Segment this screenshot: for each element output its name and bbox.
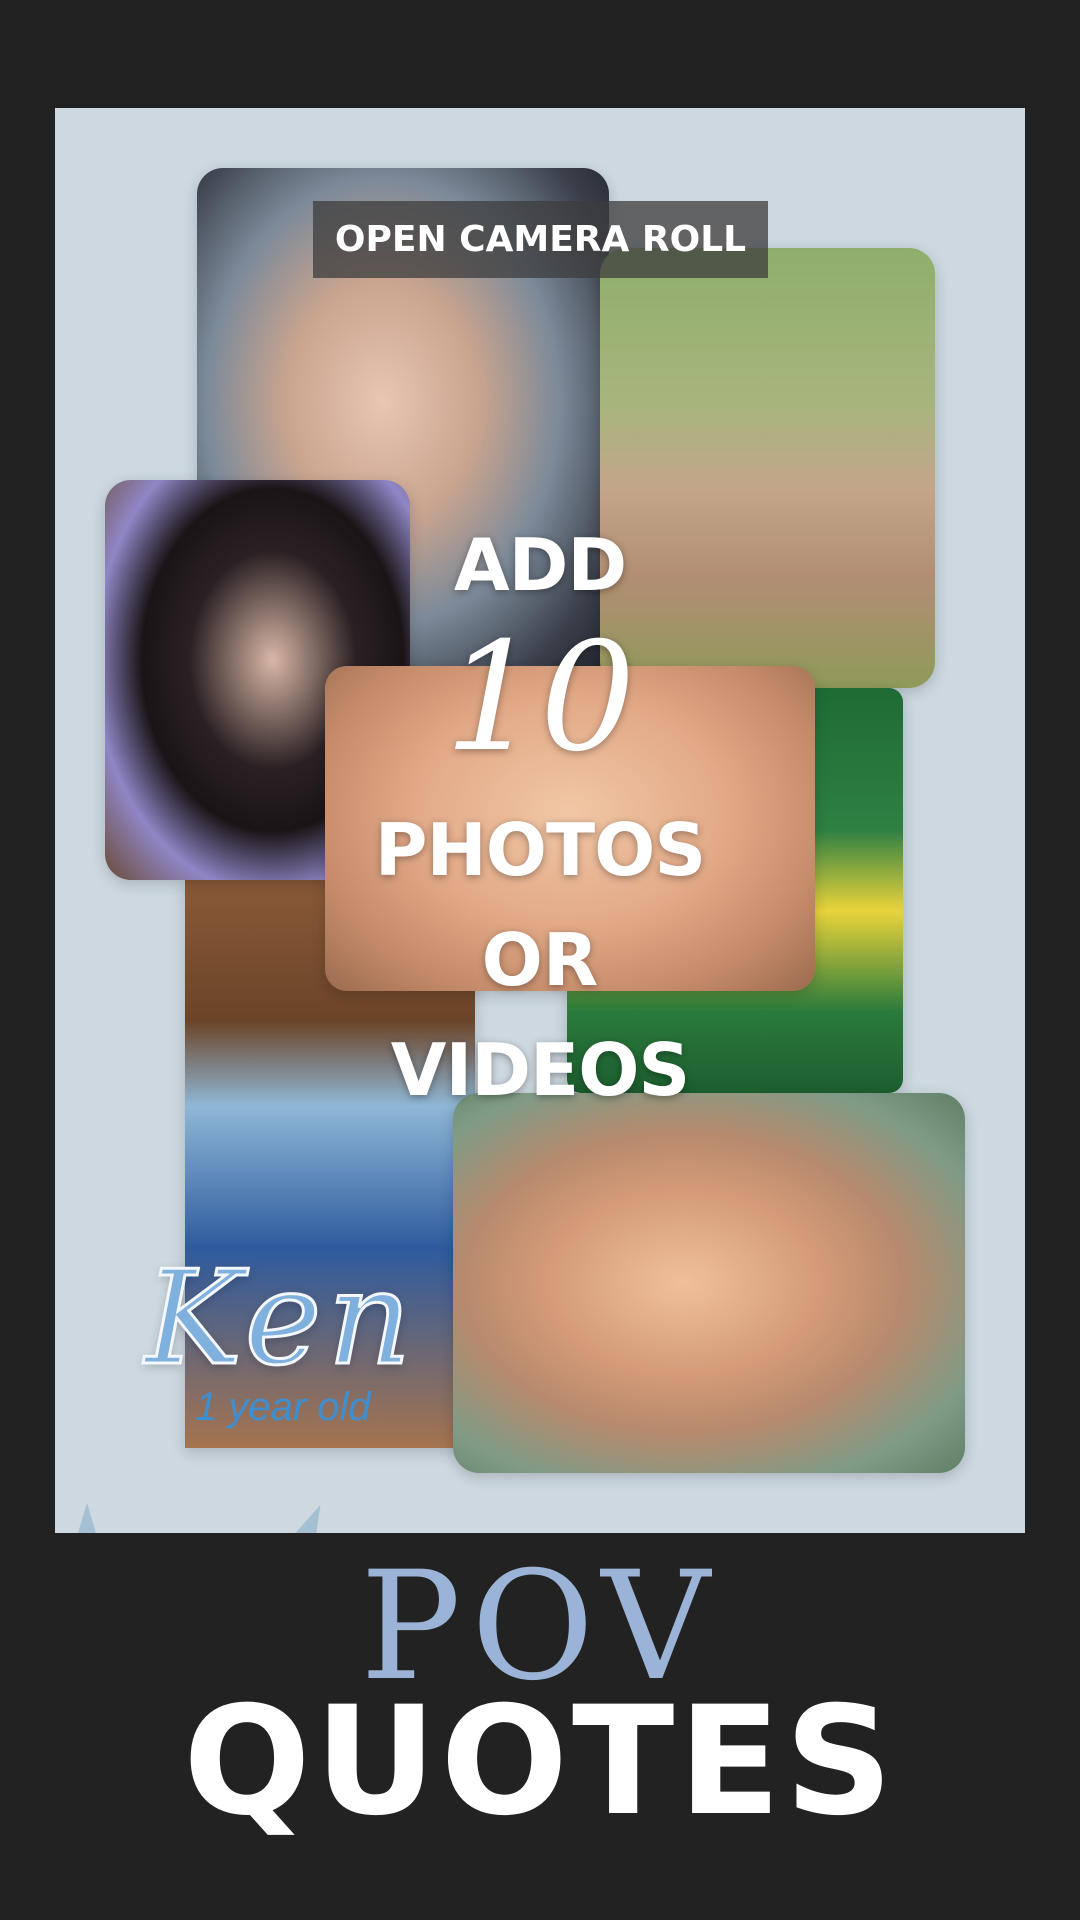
photo-baby-knit-outfit[interactable] xyxy=(600,248,935,688)
footer-quotes-title: QUOTES xyxy=(183,1675,897,1849)
overlay-or-text: OR xyxy=(481,918,599,1002)
baby-name-text: Ken xyxy=(143,1242,418,1395)
overlay-photos-text: PHOTOS xyxy=(374,808,706,892)
photo-baby-knit-hat[interactable] xyxy=(453,1093,965,1473)
baby-age-text: 1 year old xyxy=(195,1385,371,1429)
template-canvas[interactable]: OPEN CAMERA ROLL ADD 10 PHOTOS OR VIDEOS… xyxy=(55,108,1025,1533)
name-card[interactable]: Ken 1 year old xyxy=(143,1242,475,1443)
leaf-decoration-icon xyxy=(292,1499,332,1533)
app-frame: OPEN CAMERA ROLL ADD 10 PHOTOS OR VIDEOS… xyxy=(0,0,1080,1920)
overlay-videos-text: VIDEOS xyxy=(390,1028,691,1112)
overlay-add-text: ADD xyxy=(453,523,627,607)
overlay-count-text: 10 xyxy=(444,611,636,785)
leaf-decoration-icon xyxy=(75,1503,99,1533)
open-camera-roll-button[interactable]: OPEN CAMERA ROLL xyxy=(313,201,768,278)
